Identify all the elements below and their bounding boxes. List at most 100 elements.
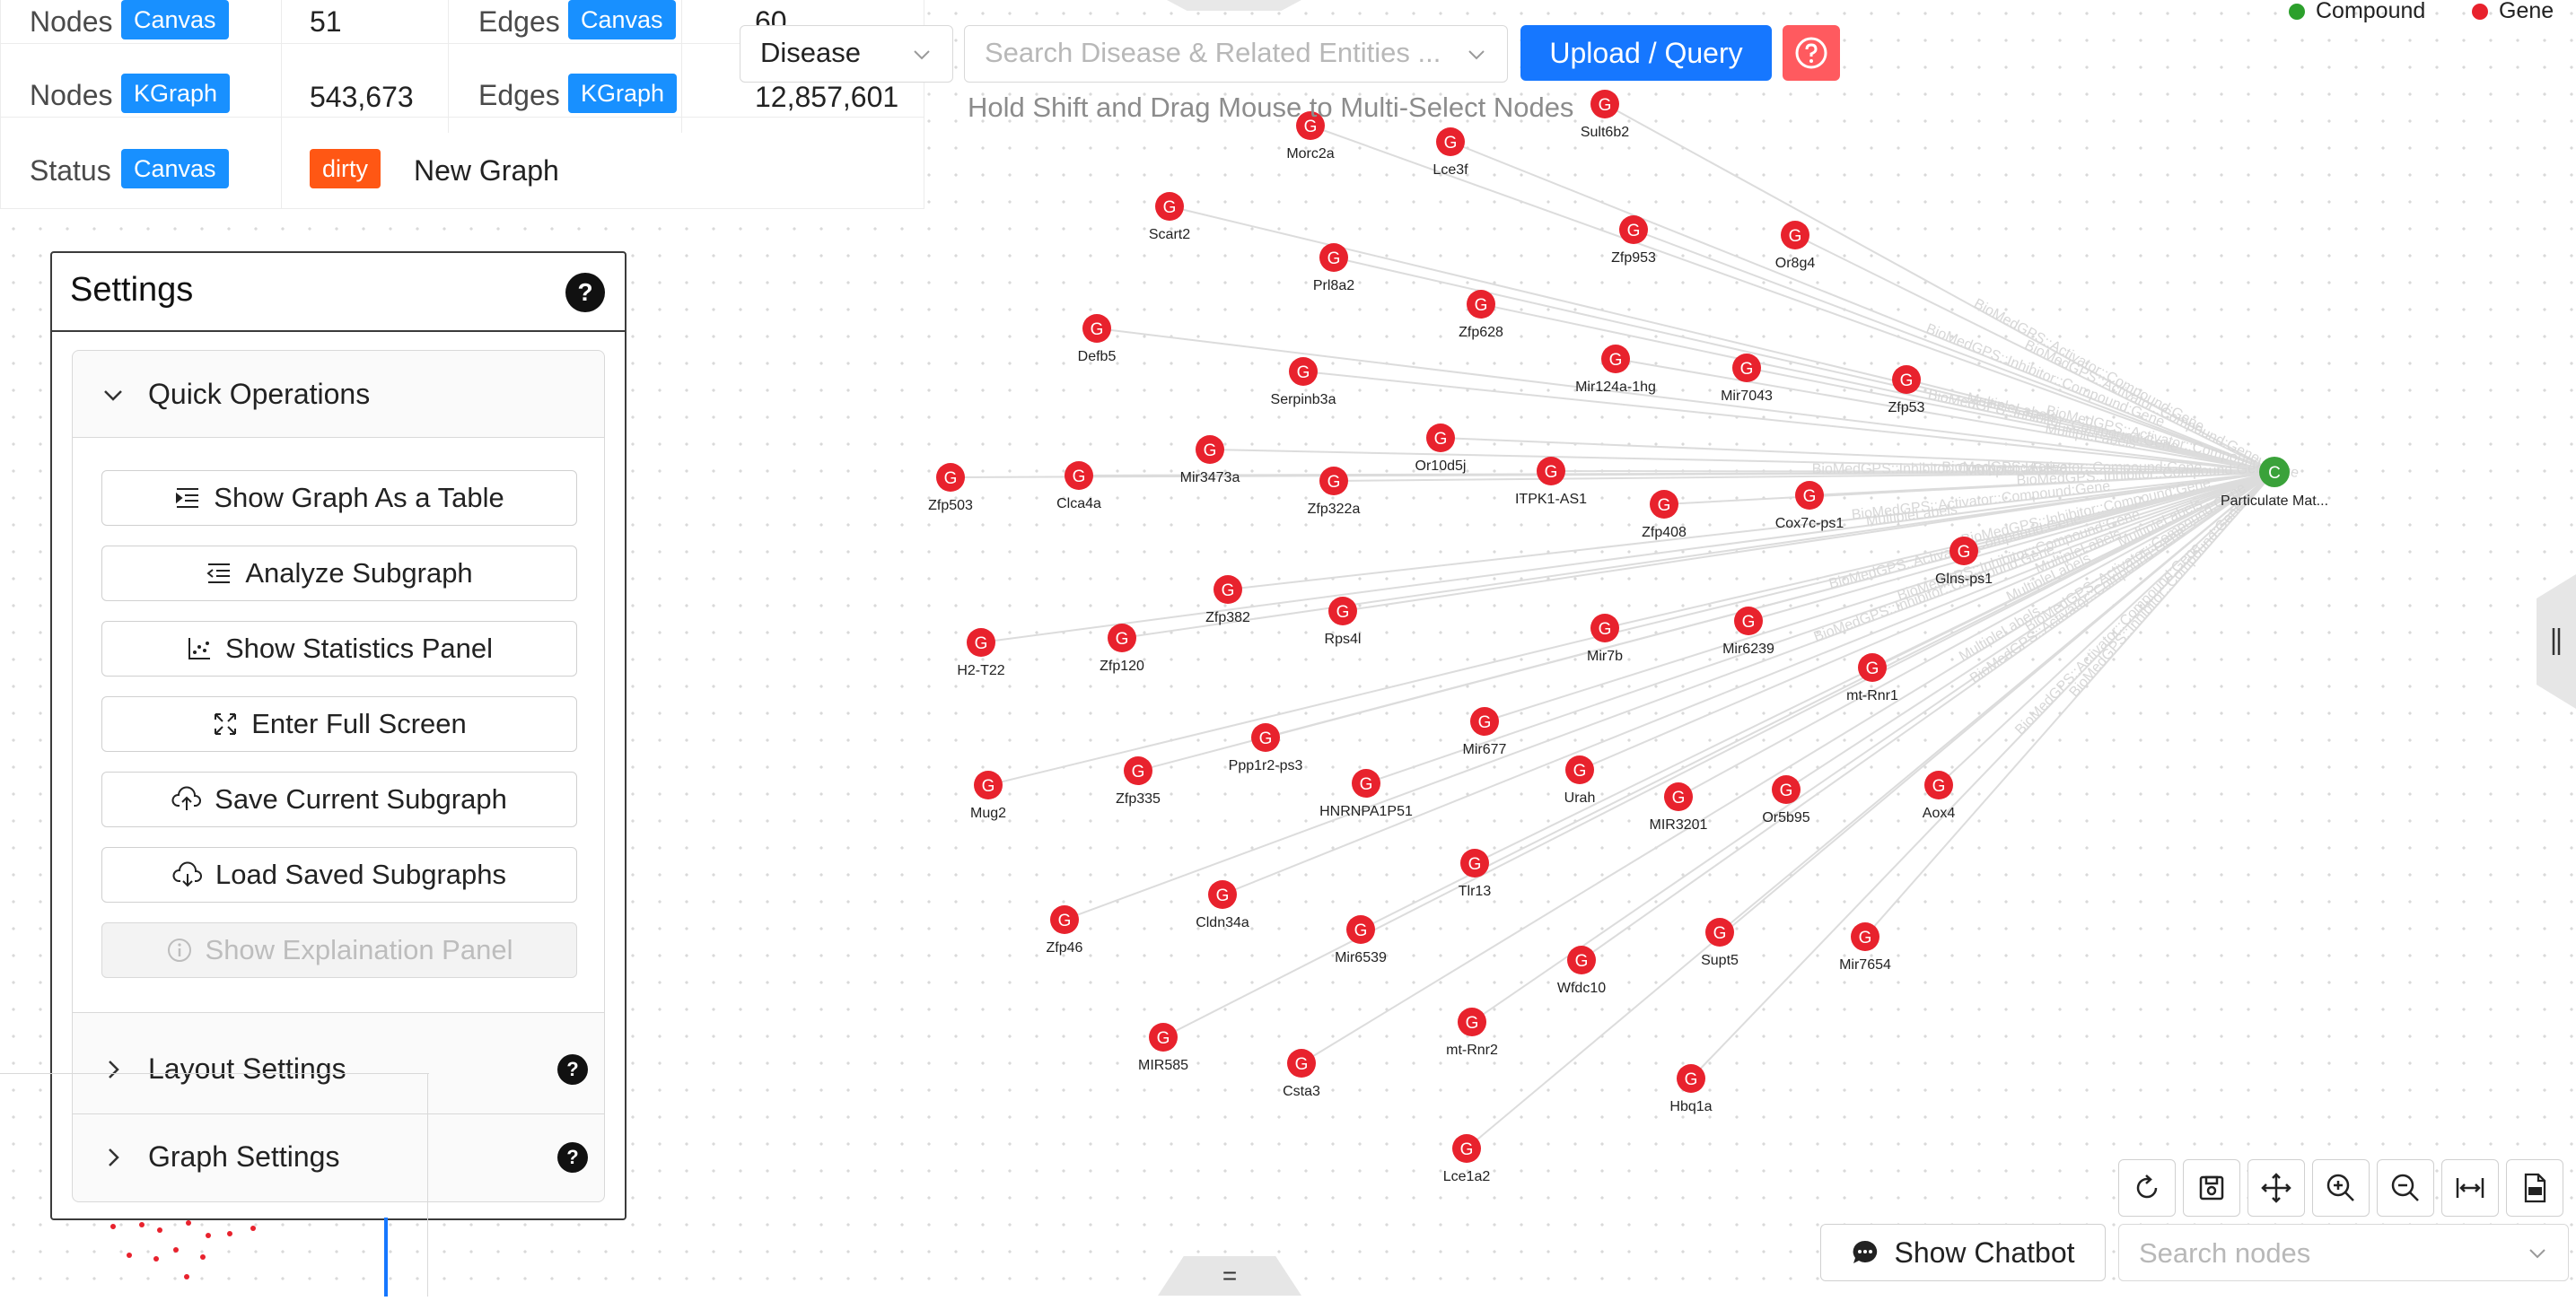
upload-query-button[interactable]: Upload / Query — [1520, 25, 1772, 81]
export-png-button[interactable] — [2506, 1159, 2563, 1217]
gene-node[interactable]: G Zfp953 — [1611, 215, 1656, 266]
settings-help-icon[interactable]: ? — [565, 273, 605, 312]
gene-node[interactable]: G Mug2 — [970, 771, 1006, 821]
gene-node[interactable]: G Serpinb3a — [1271, 357, 1336, 407]
zoom-out-button[interactable] — [2377, 1159, 2434, 1217]
entity-type-select[interactable]: Disease — [740, 25, 953, 83]
zoom-out-icon — [2391, 1174, 2419, 1201]
full-screen-button[interactable]: Enter Full Screen — [101, 696, 577, 752]
node-label: Zfp322a — [1308, 502, 1361, 517]
edges-label: Edges — [478, 79, 560, 111]
search-nodes-select[interactable]: Search nodes — [2118, 1224, 2569, 1281]
gene-node[interactable]: G Scart2 — [1149, 192, 1190, 242]
show-statistics-button[interactable]: Show Statistics Panel — [101, 621, 577, 677]
gene-node[interactable]: G Or5b95 — [1762, 775, 1810, 825]
load-subgraphs-button[interactable]: Load Saved Subgraphs — [101, 847, 577, 903]
gene-node[interactable]: Gmt-Rnr2 — [1446, 1008, 1498, 1058]
quick-operations-header[interactable]: Quick Operations — [73, 351, 604, 437]
info-icon — [167, 939, 191, 962]
graph-settings-help-icon[interactable]: ? — [557, 1142, 588, 1173]
node-label: Zfp408 — [1642, 525, 1687, 540]
gene-node[interactable]: G Zfp408 — [1642, 490, 1687, 540]
node-label: Mug2 — [970, 806, 1006, 821]
export-png-icon — [2524, 1173, 2546, 1203]
gene-node[interactable]: G Mir124a-1hg — [1575, 345, 1656, 395]
gene-node[interactable]: G Mir6539 — [1335, 915, 1387, 965]
node-symbol: G — [1204, 441, 1217, 460]
analyze-icon — [206, 563, 231, 583]
graph-status-text: New Graph — [414, 154, 559, 187]
save-subgraph-button[interactable]: Save Current Subgraph — [101, 772, 577, 827]
gene-node[interactable]: G Zfp120 — [1100, 624, 1144, 674]
gene-node[interactable]: G Zfp503 — [928, 463, 973, 513]
move-button[interactable] — [2247, 1159, 2305, 1217]
nodes-label: Nodes — [30, 79, 113, 111]
gene-node[interactable]: G Mir3473a — [1180, 435, 1240, 485]
node-label: Clca4a — [1056, 496, 1101, 511]
gene-node[interactable]: G H2-T22 — [957, 628, 1005, 678]
chevron-down-icon — [1468, 50, 1485, 60]
node-label: H2-T22 — [957, 663, 1004, 678]
zoom-in-button[interactable] — [2312, 1159, 2370, 1217]
node-label: Mir124a-1hg — [1575, 380, 1656, 395]
gene-node[interactable]: G ITPK1-AS1 — [1515, 457, 1587, 507]
move-icon — [2261, 1173, 2291, 1203]
gene-node[interactable]: G Aox4 — [1923, 771, 1956, 821]
settings-title: Settings — [70, 271, 194, 309]
gene-node[interactable]: G Hbq1a — [1669, 1064, 1713, 1114]
node-label: Rps4l — [1325, 632, 1362, 647]
gene-node[interactable]: G Urah — [1564, 755, 1596, 806]
entity-search-select[interactable]: Search Disease & Related Entities ... — [964, 25, 1508, 83]
gene-node[interactable]: G Lce1a2 — [1443, 1134, 1491, 1184]
node-symbol: G — [1478, 713, 1492, 732]
gene-node[interactable]: G Zfp46 — [1047, 905, 1083, 956]
graph-minimap[interactable] — [0, 1073, 429, 1297]
node-symbol: G — [944, 469, 958, 488]
refresh-icon — [2136, 1174, 2158, 1199]
node-label: Morc2a — [1286, 146, 1334, 162]
gene-node[interactable]: G Wfdc10 — [1557, 946, 1606, 996]
gene-node[interactable]: G Lce3f — [1433, 127, 1468, 178]
minimap-border — [427, 1074, 428, 1297]
layout-settings-help-icon[interactable]: ? — [557, 1054, 588, 1085]
analyze-subgraph-button[interactable]: Analyze Subgraph — [101, 546, 577, 601]
node-label: Hbq1a — [1669, 1099, 1712, 1114]
gene-node[interactable]: G Defb5 — [1078, 314, 1117, 364]
fit-width-button[interactable] — [2441, 1159, 2499, 1217]
minimap-viewport[interactable] — [384, 1218, 388, 1297]
show-graph-table-button[interactable]: Show Graph As a Table — [101, 470, 577, 526]
gene-node[interactable]: G Or8g4 — [1775, 221, 1816, 271]
gene-node[interactable]: G Sult6b2 — [1581, 90, 1629, 140]
node-symbol: G — [1599, 96, 1612, 115]
node-symbol: G — [1259, 729, 1273, 748]
node-label: Cldn34a — [1196, 915, 1249, 930]
node-symbol: G — [982, 777, 995, 796]
save-image-button[interactable] — [2183, 1159, 2240, 1217]
gene-node[interactable]: G Zfp335 — [1116, 756, 1161, 807]
nodes-label: Nodes — [30, 5, 113, 38]
gene-node[interactable]: G MIR585 — [1138, 1023, 1188, 1073]
show-chatbot-button[interactable]: Show Chatbot — [1820, 1224, 2106, 1281]
gene-node[interactable]: G Zfp382 — [1205, 575, 1250, 625]
gene-node[interactable]: G Cox7c-ps1 — [1775, 481, 1844, 531]
chatbot-label: Show Chatbot — [1894, 1236, 2075, 1269]
node-symbol: G — [1609, 351, 1623, 370]
gene-node[interactable]: G MIR3201 — [1650, 782, 1708, 833]
kgraph-tag: KGraph — [121, 74, 231, 113]
gene-node[interactable]: G Mir7654 — [1839, 922, 1891, 973]
gene-node[interactable]: G Zfp628 — [1459, 290, 1503, 340]
gene-node[interactable]: G Prl8a2 — [1313, 243, 1354, 293]
node-symbol: G — [1444, 134, 1458, 153]
canvas-tag: Canvas — [568, 0, 676, 39]
node-label: Csta3 — [1283, 1084, 1320, 1099]
top-panel-handle[interactable] — [1167, 0, 1301, 11]
settings-header: Settings ? — [52, 253, 625, 332]
gene-node[interactable]: G HNRNPA1P51 — [1319, 769, 1413, 819]
stats-divider — [448, 0, 449, 133]
gene-node[interactable]: G Clca4a — [1056, 461, 1101, 511]
gene-node[interactable]: G Csta3 — [1283, 1049, 1320, 1099]
gene-node[interactable]: G Mir677 — [1463, 707, 1507, 757]
gene-node[interactable]: G Or10d5j — [1415, 423, 1467, 474]
reset-layout-button[interactable] — [2118, 1159, 2176, 1217]
help-button[interactable] — [1783, 25, 1840, 81]
